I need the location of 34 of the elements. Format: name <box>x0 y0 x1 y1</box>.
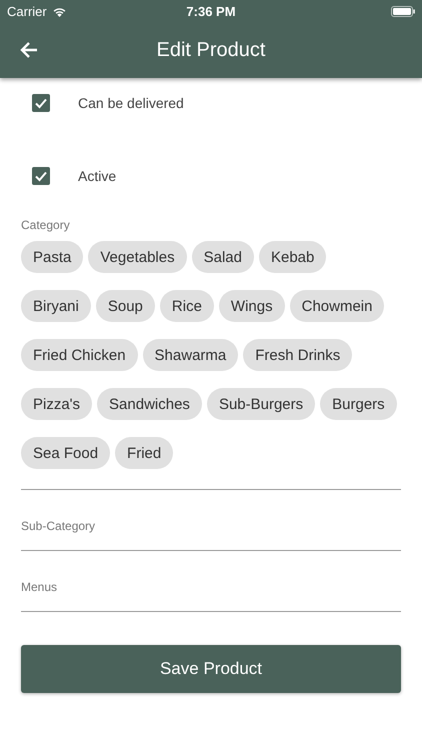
category-chip[interactable]: Shawarma <box>142 339 238 371</box>
battery-icon <box>391 6 415 16</box>
category-chip[interactable]: Wings <box>218 290 285 322</box>
wifi-icon <box>52 6 67 16</box>
field-label: Sub-Category <box>21 519 96 533</box>
checkbox[interactable] <box>32 94 50 112</box>
input-field[interactable]: Menus <box>21 580 401 612</box>
checkbox[interactable] <box>32 166 50 184</box>
save-product-button[interactable]: Save Product <box>21 645 401 693</box>
category-chip[interactable]: Fried <box>115 437 174 469</box>
category-chip[interactable]: Vegetables <box>88 241 187 273</box>
category-chip[interactable]: Pizza's <box>21 388 92 420</box>
category-chip[interactable]: Fried Chicken <box>21 339 138 371</box>
checkbox-label: Active <box>78 168 116 184</box>
category-chip[interactable]: Salad <box>192 241 254 273</box>
category-chip[interactable]: Biryani <box>21 290 91 322</box>
category-chip[interactable]: Kebab <box>258 241 326 273</box>
category-chip[interactable]: Pasta <box>21 241 84 273</box>
field-label: Menus <box>21 580 58 594</box>
category-chip[interactable]: Fresh Drinks <box>243 339 352 371</box>
category-chip[interactable]: Sea Food <box>21 437 110 469</box>
checkbox-label: Can be delivered <box>78 94 184 110</box>
status-time: 7:36 PM <box>186 4 236 18</box>
category-chip[interactable]: Soup <box>96 290 155 322</box>
category-chip[interactable]: Rice <box>160 290 214 322</box>
category-chip[interactable]: Chowmein <box>290 290 384 322</box>
screen-title: Edit Product <box>156 38 266 60</box>
category-chip[interactable]: Burgers <box>320 388 397 420</box>
carrier-label: Carrier <box>7 4 47 18</box>
category-chip[interactable]: Sub-Burgers <box>206 388 316 420</box>
category-chip[interactable]: Sandwiches <box>97 388 202 420</box>
input-field[interactable]: Sub-Category <box>21 519 401 551</box>
field-label: Category <box>21 218 70 232</box>
back-arrow-icon[interactable] <box>20 41 38 59</box>
